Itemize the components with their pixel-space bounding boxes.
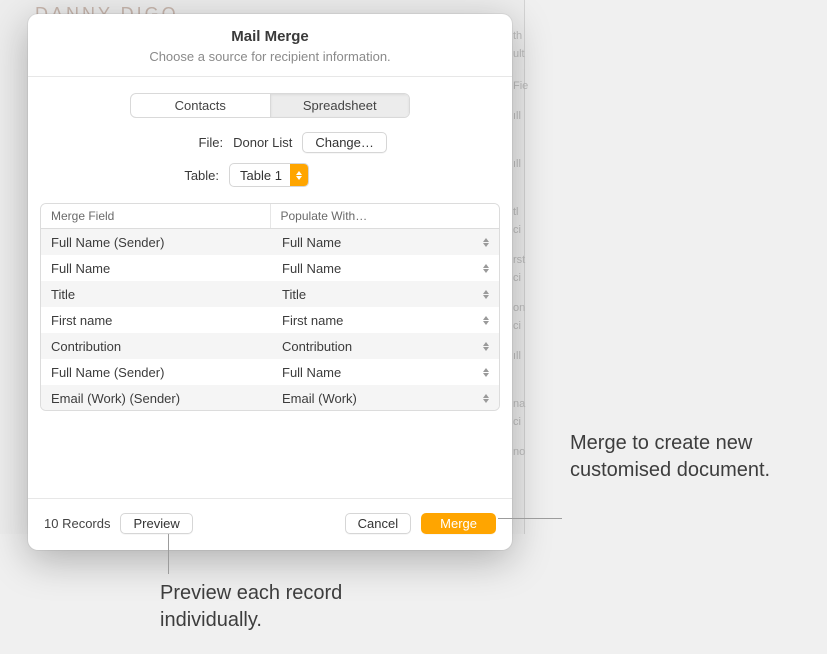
merge-fields-table: Merge Field Populate With… Full Name (Se… [40, 203, 500, 411]
merge-field-cell: Full Name (Sender) [41, 235, 272, 250]
dialog-footer: 10 Records Preview Cancel Merge [28, 498, 512, 550]
table-select-value: Table 1 [230, 166, 290, 185]
file-value: Donor List [233, 135, 292, 150]
bg-text-fragment: na [513, 398, 531, 410]
bg-text-fragment: ıll [513, 110, 531, 122]
tab-contacts[interactable]: Contacts [131, 94, 271, 117]
callout-leader-line [498, 518, 562, 519]
file-label: File: [113, 135, 223, 150]
source-segmented-control: Contacts Spreadsheet [130, 93, 410, 118]
mail-merge-dialog: Mail Merge Choose a source for recipient… [28, 14, 512, 550]
table-select[interactable]: Table 1 [229, 163, 309, 187]
file-row: File: Donor List Change… [36, 132, 504, 153]
bg-text-fragment: ci [513, 272, 531, 284]
col-populate-with: Populate With… [271, 204, 500, 228]
bg-text-fragment: tl [513, 206, 531, 218]
merge-field-cell: Title [41, 287, 272, 302]
table-row[interactable]: Full Name (Sender) Full Name [41, 229, 499, 255]
bg-text-fragment: th [513, 30, 531, 42]
populate-with-cell: Email (Work) [282, 391, 481, 406]
merge-field-cell: Full Name (Sender) [41, 365, 272, 380]
merge-field-cell: Email (Work) (Sender) [41, 391, 272, 406]
dialog-subtitle: Choose a source for recipient informatio… [48, 49, 492, 64]
populate-with-cell: First name [282, 313, 481, 328]
merge-field-cell: Contribution [41, 339, 272, 354]
table-header-row: Merge Field Populate With… [41, 204, 499, 229]
bg-text-fragment: rst [513, 254, 531, 266]
populate-with-cell: Full Name [282, 261, 481, 276]
cancel-button[interactable]: Cancel [345, 513, 411, 534]
tab-spreadsheet[interactable]: Spreadsheet [271, 94, 410, 117]
table-row: Table: Table 1 [36, 163, 504, 187]
bg-text-fragment: ci [513, 416, 531, 428]
callout-merge: Merge to create new customised document. [570, 430, 800, 484]
preview-button[interactable]: Preview [120, 513, 192, 534]
bg-text-fragment: ci [513, 224, 531, 236]
populate-with-cell: Contribution [282, 339, 481, 354]
merge-button[interactable]: Merge [421, 513, 496, 534]
table-row[interactable]: Email (Work) (Sender) Email (Work) [41, 385, 499, 411]
updown-icon[interactable] [481, 290, 491, 299]
table-row[interactable]: Full Name Full Name [41, 255, 499, 281]
bg-text-fragment: on [513, 302, 531, 314]
dialog-title: Mail Merge [48, 28, 492, 45]
bg-text-fragment: Fie [513, 80, 531, 92]
populate-with-cell: Full Name [282, 235, 481, 250]
updown-icon[interactable] [481, 342, 491, 351]
bg-text-fragment: ult [513, 48, 531, 60]
table-row[interactable]: Contribution Contribution [41, 333, 499, 359]
updown-icon[interactable] [481, 264, 491, 273]
dialog-body: Contacts Spreadsheet File: Donor List Ch… [28, 77, 512, 498]
bg-text-fragment: ci [513, 320, 531, 332]
col-merge-field: Merge Field [41, 204, 271, 228]
updown-icon [290, 164, 308, 186]
populate-with-cell: Full Name [282, 365, 481, 380]
change-file-button[interactable]: Change… [302, 132, 387, 153]
bg-text-fragment: ıll [513, 158, 531, 170]
bg-text-fragment: no [513, 446, 531, 458]
table-row[interactable]: First name First name [41, 307, 499, 333]
merge-field-cell: First name [41, 313, 272, 328]
populate-with-cell: Title [282, 287, 481, 302]
dialog-header: Mail Merge Choose a source for recipient… [28, 14, 512, 77]
updown-icon[interactable] [481, 394, 491, 403]
table-row[interactable]: Full Name (Sender) Full Name [41, 359, 499, 385]
callout-preview: Preview each record individually. [160, 580, 400, 634]
table-label: Table: [109, 168, 219, 183]
updown-icon[interactable] [481, 316, 491, 325]
updown-icon[interactable] [481, 238, 491, 247]
records-count: 10 Records [44, 516, 110, 531]
table-row[interactable]: Title Title [41, 281, 499, 307]
updown-icon[interactable] [481, 368, 491, 377]
bg-text-fragment: ıll [513, 350, 531, 362]
merge-field-cell: Full Name [41, 261, 272, 276]
callout-leader-line [168, 534, 169, 574]
